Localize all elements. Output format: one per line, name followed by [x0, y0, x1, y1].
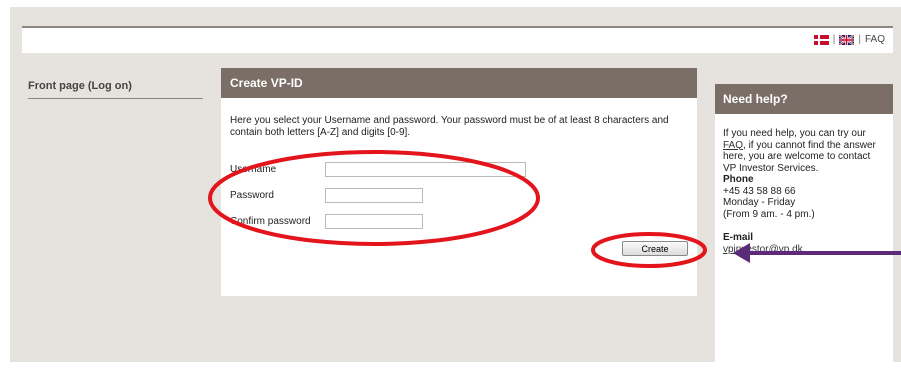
hours-days: Monday - Friday	[723, 197, 796, 208]
email-suffix: .	[802, 243, 806, 255]
help-text-before: If you need help, you can try our	[723, 128, 866, 139]
username-input[interactable]	[325, 162, 526, 177]
confirm-password-row: Confirm password	[230, 214, 423, 229]
password-row: Password	[230, 188, 423, 203]
create-vpid-panel: Create VP-ID Here you select your Userna…	[221, 68, 697, 296]
help-title: Need help?	[715, 84, 893, 114]
separator: |	[832, 34, 836, 45]
hours-time: (From 9 am. - 4 pm.)	[723, 208, 815, 220]
phone-number: +45 43 58 88 66	[723, 185, 796, 197]
language-bar: | | FAQ	[813, 34, 885, 45]
password-label: Password	[230, 190, 274, 201]
panel-title: Create VP-ID	[221, 68, 697, 98]
top-bar: | | FAQ	[22, 26, 893, 53]
uk-flag-icon[interactable]	[839, 34, 855, 45]
password-input[interactable]	[325, 188, 423, 203]
create-button[interactable]: Create	[622, 241, 688, 256]
front-page-link[interactable]: Front page (Log on)	[28, 80, 132, 92]
username-label: Username	[230, 164, 277, 175]
help-faq-link[interactable]: FAQ	[723, 140, 743, 151]
email-link[interactable]: vpinvestor@vp.dk	[723, 244, 803, 255]
username-row: Username	[230, 162, 526, 177]
separator: |	[858, 34, 861, 45]
help-body: If you need help, you can try our FAQ, i…	[715, 114, 893, 255]
email-line: vpinvestor@vp.dk.	[723, 244, 885, 256]
confirm-password-input[interactable]	[325, 214, 423, 229]
help-panel: Need help? If you need help, you can try…	[715, 84, 893, 364]
help-text: If you need help, you can try our FAQ, i…	[723, 128, 885, 174]
danish-flag-icon[interactable]	[813, 34, 829, 45]
left-nav: Front page (Log on)	[28, 80, 203, 99]
email-heading: E-mail	[723, 232, 754, 243]
faq-link[interactable]: FAQ	[865, 34, 885, 45]
confirm-password-label: Confirm password	[230, 216, 311, 227]
intro-text: Here you select your Username and passwo…	[230, 115, 669, 138]
help-text-after: , if you cannot find the answer here, yo…	[723, 139, 876, 174]
phone-heading: Phone	[723, 174, 754, 185]
